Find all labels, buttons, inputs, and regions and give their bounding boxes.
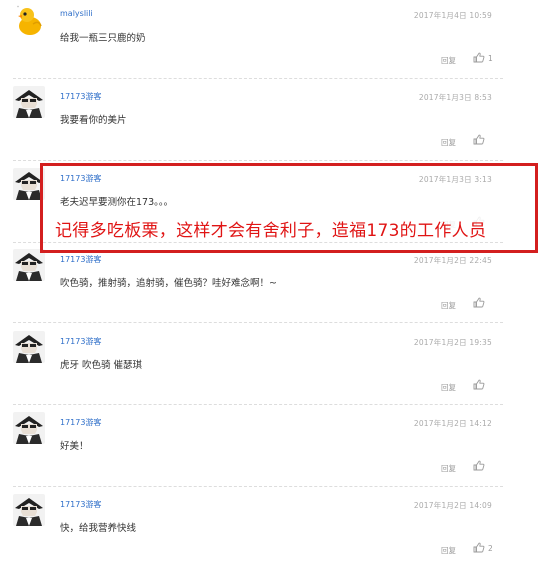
comment-timestamp: 2017年1月2日 14:12 xyxy=(413,419,492,428)
comment-divider xyxy=(13,242,503,243)
comment-text: 我要看你的美片 xyxy=(60,115,127,126)
comment-timestamp: 2017年1月2日 19:35 xyxy=(413,338,492,347)
comment-text: 快，给我营养快线 xyxy=(60,523,137,534)
reply-button[interactable]: 回复 xyxy=(441,545,456,556)
thumbs-up-icon xyxy=(473,297,485,308)
thumbs-up-icon xyxy=(473,52,485,63)
thumbs-up-icon xyxy=(473,134,485,145)
comment-text: 吹色骑，推射骑，追射骑，催色骑？哇好难念啊！~ xyxy=(60,278,277,289)
like-button[interactable] xyxy=(473,134,488,145)
like-button[interactable]: 2 xyxy=(473,542,493,553)
like-button[interactable] xyxy=(473,460,488,471)
comment-item: 17173游客 2017年1月2日 14:12 好美！ 回复 xyxy=(0,408,550,490)
avatar[interactable] xyxy=(13,168,45,200)
comment-divider xyxy=(13,160,503,161)
comment-item: 17173游客 2017年1月3日 8:53 我要看你的美片 回复 xyxy=(0,82,550,164)
username-link[interactable]: 17173游客 xyxy=(60,91,101,102)
reply-button[interactable]: 回复 xyxy=(441,382,456,393)
like-button[interactable] xyxy=(473,379,488,390)
username-link[interactable]: 17173游客 xyxy=(60,336,101,347)
comment-item: 17173游客 2017年1月2日 22:45 吹色骑，推射骑，追射骑，催色骑？… xyxy=(0,245,550,327)
comment-divider xyxy=(13,322,503,323)
comment-timestamp: 2017年1月3日 8:53 xyxy=(418,93,492,102)
avatar[interactable]: * xyxy=(13,4,45,36)
thumbs-up-icon xyxy=(473,379,485,390)
svg-text:*: * xyxy=(17,5,19,10)
avatar[interactable] xyxy=(13,249,45,281)
reply-button[interactable]: 回复 xyxy=(441,300,456,311)
like-count: 2 xyxy=(488,544,493,553)
comment-timestamp: 2017年1月2日 22:45 xyxy=(413,256,492,265)
avatar[interactable] xyxy=(13,86,45,118)
like-count: 1 xyxy=(488,54,493,63)
comment-divider xyxy=(13,486,503,487)
username-link[interactable]: 17173游客 xyxy=(60,417,101,428)
thumbs-up-icon xyxy=(473,460,485,471)
username-link[interactable]: 17173游客 xyxy=(60,173,101,184)
comment-item: * malyslili 2017年1月4日 10:59 给我一瓶三只鹿的奶 回复… xyxy=(0,0,550,82)
like-button[interactable] xyxy=(473,297,488,308)
avatar[interactable] xyxy=(13,331,45,363)
comment-text: 老夫迟早要测你在173。。。 xyxy=(60,197,174,208)
avatar[interactable] xyxy=(13,412,45,444)
overlay-caption: 记得多吃板栗，这样才会有舍利子，造福173的工作人员 xyxy=(53,216,489,241)
comment-divider xyxy=(13,78,503,79)
comment-timestamp: 2017年1月3日 3:13 xyxy=(418,175,492,184)
comment-item: 17173游客 2017年1月2日 19:35 虎牙 吹色骑 催瑟琪 回复 xyxy=(0,327,550,409)
thumbs-up-icon xyxy=(473,542,485,553)
username-link[interactable]: 17173游客 xyxy=(60,254,101,265)
username-link[interactable]: 17173游客 xyxy=(60,499,101,510)
reply-button[interactable]: 回复 xyxy=(441,55,456,66)
comment-text: 给我一瓶三只鹿的奶 xyxy=(60,33,146,44)
comment-item: 17173游客 2017年1月2日 14:09 快，给我营养快线 回复 2 xyxy=(0,490,550,572)
comment-text: 虎牙 吹色骑 催瑟琪 xyxy=(60,360,143,371)
comment-divider xyxy=(13,404,503,405)
like-button[interactable]: 1 xyxy=(473,52,493,63)
reply-button[interactable]: 回复 xyxy=(441,463,456,474)
username-link[interactable]: malyslili xyxy=(60,9,93,18)
reply-button[interactable]: 回复 xyxy=(441,137,456,148)
avatar[interactable] xyxy=(13,494,45,526)
comment-text: 好美！ xyxy=(60,441,89,452)
comment-timestamp: 2017年1月2日 14:09 xyxy=(413,501,492,510)
comment-timestamp: 2017年1月4日 10:59 xyxy=(413,11,492,20)
